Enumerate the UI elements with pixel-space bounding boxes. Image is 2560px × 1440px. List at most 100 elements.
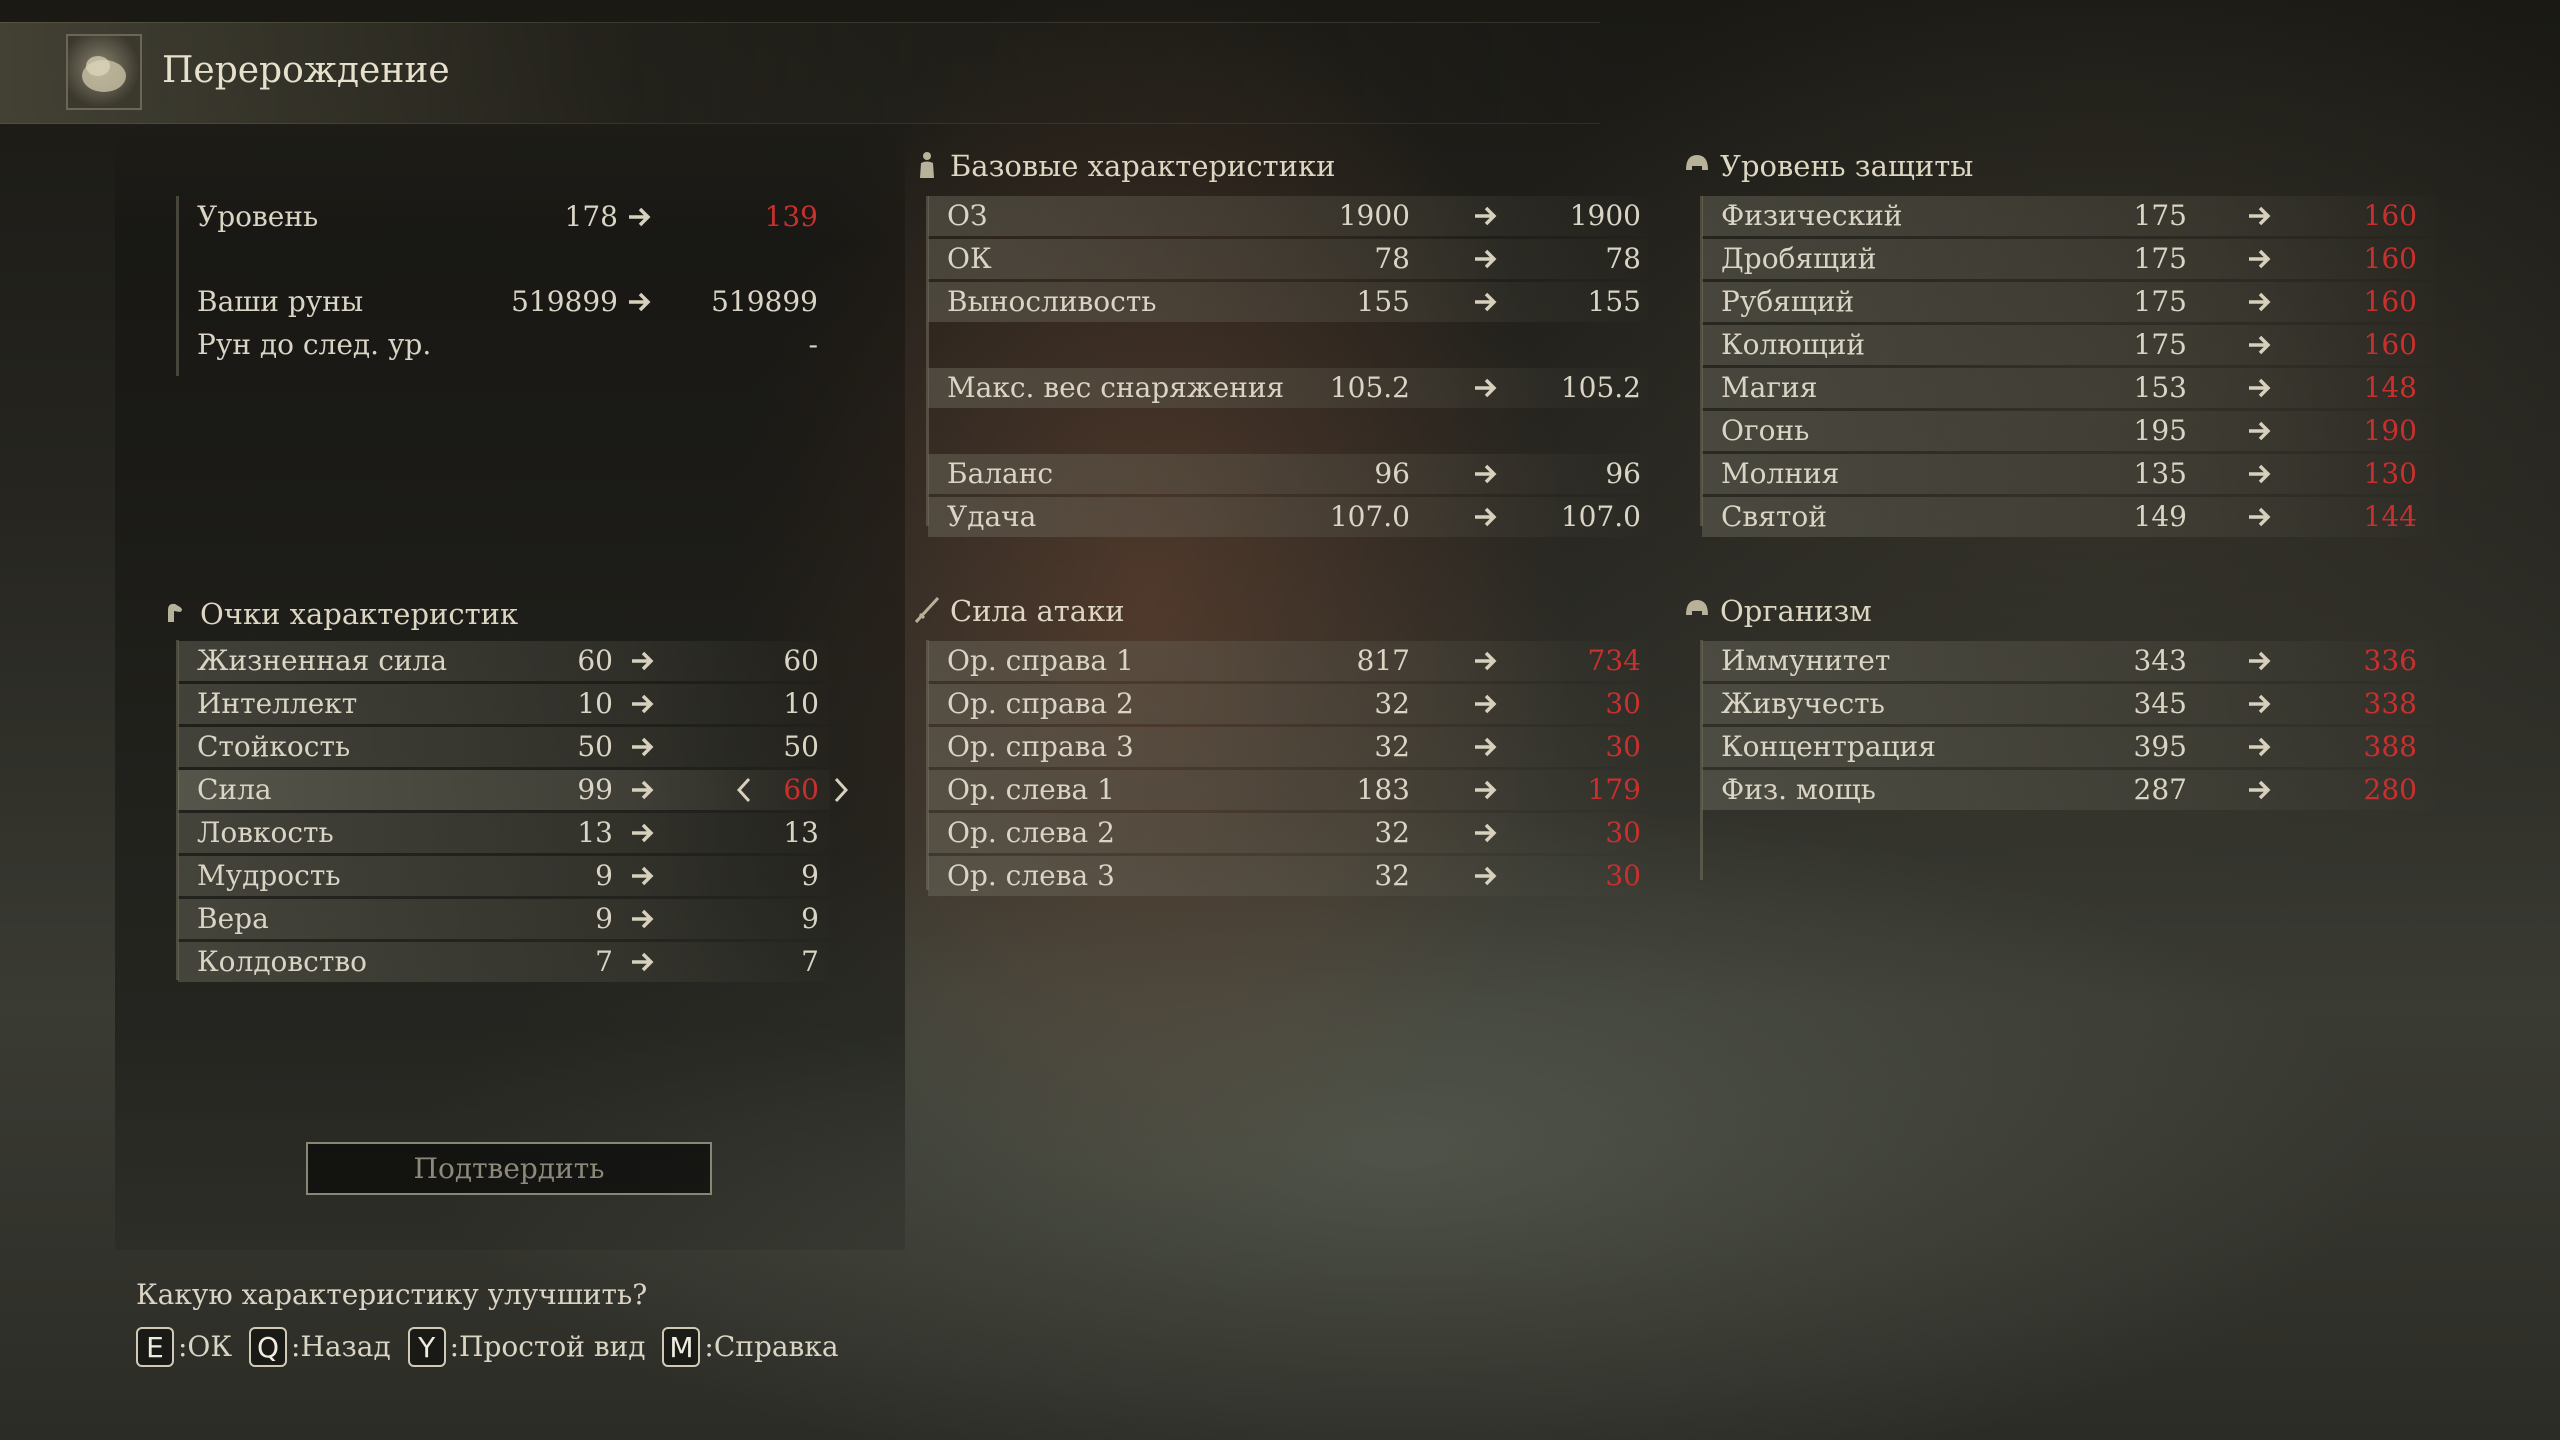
arrow-right-icon	[2247, 325, 2273, 365]
figure-icon	[912, 150, 942, 180]
defense-row: Святой 149 144	[1702, 497, 2437, 537]
defense-label: Молния	[1721, 457, 1840, 490]
attack-new-value: 30	[1605, 730, 1641, 763]
defense-current-value: 175	[2133, 199, 2187, 232]
attribute-new-value: 60	[783, 773, 819, 806]
defense-new-value: 160	[2363, 328, 2417, 361]
attack-current-value: 183	[1356, 773, 1410, 806]
arrow-right-icon	[2247, 454, 2273, 494]
chevron-right-icon[interactable]	[830, 770, 852, 810]
defense-new-value: 160	[2363, 199, 2417, 232]
arrow-right-icon	[1473, 856, 1499, 896]
arrow-right-icon	[1473, 813, 1499, 853]
key-hints: E:ОК Q:Назад Y:Простой вид M:Справка	[136, 1322, 847, 1368]
sword-icon	[912, 595, 942, 625]
base-stat-current-value: 107.0	[1329, 500, 1410, 533]
resist-row: Физ. мощь 287 280	[1702, 770, 2437, 810]
defense-label: Дробящий	[1721, 242, 1877, 275]
defense-new-value: 160	[2363, 242, 2417, 275]
arrow-right-icon	[1473, 770, 1499, 810]
resist-heading: Организм	[1682, 591, 1872, 631]
confirm-button[interactable]: Подтвердить	[306, 1142, 712, 1195]
resist-new-value: 336	[2363, 644, 2417, 677]
hint-ok-label: :ОК	[178, 1329, 233, 1363]
defense-new-value: 160	[2363, 285, 2417, 318]
base-stats-heading: Базовые характеристики	[912, 146, 1335, 186]
arm-icon	[162, 598, 192, 628]
base-stat-new-value: 96	[1605, 457, 1641, 490]
attribute-row[interactable]: Стойкость 50 50	[178, 727, 830, 767]
page-title: Перерождение	[162, 50, 450, 91]
resist-current-value: 395	[2133, 730, 2187, 763]
attack-current-value: 32	[1374, 687, 1410, 720]
attribute-label: Ловкость	[197, 816, 334, 849]
attribute-new-value: 7	[801, 945, 819, 978]
resist-heading-label: Организм	[1720, 594, 1872, 628]
attribute-row[interactable]: Сила 99 60	[178, 770, 849, 810]
defense-row: Физический 175 160	[1702, 196, 2437, 236]
defense-current-value: 175	[2133, 285, 2187, 318]
arrow-right-icon	[1473, 641, 1499, 681]
resist-label: Иммунитет	[1721, 644, 1891, 677]
defense-current-value: 135	[2133, 457, 2187, 490]
attribute-current-value: 9	[595, 902, 613, 935]
hint-back-label: :Назад	[290, 1329, 391, 1363]
runes-next-label: Рун до след. ур.	[197, 328, 432, 361]
runes-row: Ваши руны 519899 519899	[197, 282, 827, 322]
attribute-row[interactable]: Колдовство 7 7	[178, 942, 830, 982]
level-current: 178	[564, 200, 618, 233]
attack-label: Ор. слева 1	[947, 773, 1115, 806]
attack-label: Ор. справа 1	[947, 644, 1134, 677]
defense-row: Рубящий 175 160	[1702, 282, 2437, 322]
base-stat-new-value: 78	[1605, 242, 1641, 275]
key-q[interactable]: Q	[248, 1326, 287, 1367]
base-stat-current-value: 1900	[1338, 199, 1410, 232]
defense-label: Колющий	[1721, 328, 1866, 361]
attribute-row[interactable]: Жизненная сила 60 60	[178, 641, 830, 681]
arrow-right-icon	[630, 856, 656, 896]
base-stat-label: Макс. вес снаряжения	[947, 371, 1285, 404]
resist-new-value: 338	[2363, 687, 2417, 720]
helmet-icon	[1682, 595, 1712, 625]
key-m[interactable]: M	[662, 1326, 701, 1367]
attack-new-value: 30	[1605, 816, 1641, 849]
attribute-new-value: 9	[801, 902, 819, 935]
defense-label: Магия	[1721, 371, 1818, 404]
defense-current-value: 149	[2133, 500, 2187, 533]
arrow-right-icon	[2247, 727, 2273, 767]
resist-row: Живучесть 345 338	[1702, 684, 2437, 724]
attack-new-value: 179	[1587, 773, 1641, 806]
base-stat-label: Баланс	[947, 457, 1054, 490]
attribute-current-value: 99	[577, 773, 613, 806]
attribute-label: Жизненная сила	[197, 644, 448, 677]
attack-row: Ор. слева 2 32 30	[928, 813, 1648, 853]
chevron-left-icon[interactable]	[733, 770, 755, 810]
base-stat-label: Выносливость	[947, 285, 1157, 318]
divider	[176, 196, 179, 376]
base-stat-row: Выносливость 155 155	[928, 282, 1648, 322]
base-stat-new-value: 1900	[1569, 199, 1641, 232]
attribute-row[interactable]: Вера 9 9	[178, 899, 830, 939]
key-e[interactable]: E	[136, 1326, 174, 1367]
key-y[interactable]: Y	[407, 1326, 446, 1367]
level-label: Уровень	[197, 200, 319, 233]
attribute-current-value: 13	[577, 816, 613, 849]
attack-row: Ор. справа 2 32 30	[928, 684, 1648, 724]
base-stat-row: Баланс 96 96	[928, 454, 1648, 494]
attribute-row[interactable]: Ловкость 13 13	[178, 813, 830, 853]
attribute-row[interactable]: Мудрость 9 9	[178, 856, 830, 896]
resist-label: Концентрация	[1721, 730, 1936, 763]
attribute-row[interactable]: Интеллект 10 10	[178, 684, 830, 724]
base-stat-row: ОЗ 1900 1900	[928, 196, 1648, 236]
attack-current-value: 32	[1374, 816, 1410, 849]
base-stat-label: Удача	[947, 500, 1037, 533]
attack-row: Ор. справа 1 817 734	[928, 641, 1648, 681]
arrow-right-icon	[627, 197, 653, 237]
attack-current-value: 817	[1356, 644, 1410, 677]
arrow-right-icon	[2247, 770, 2273, 810]
attack-label: Ор. слева 2	[947, 816, 1115, 849]
arrow-right-icon	[630, 942, 656, 982]
arrow-right-icon	[630, 770, 656, 810]
arrow-right-icon	[1473, 239, 1499, 279]
base-stat-new-value: 105.2	[1560, 371, 1641, 404]
